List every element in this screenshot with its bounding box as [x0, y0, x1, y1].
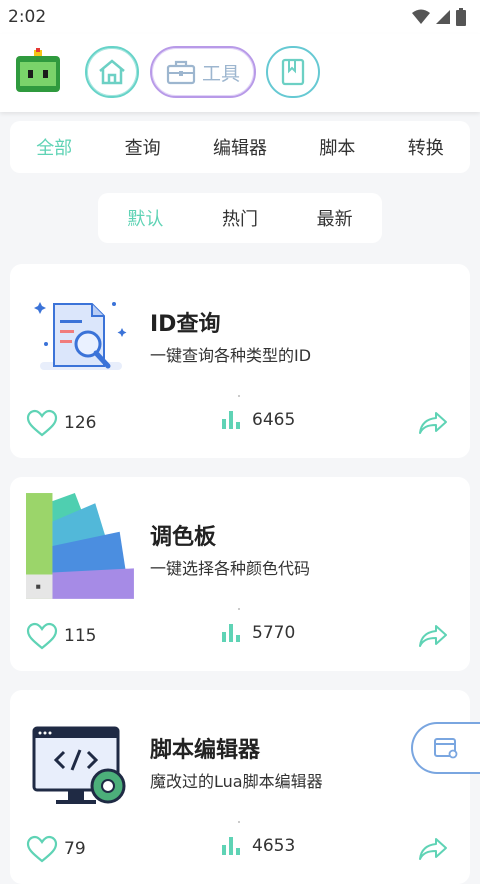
bar-chart-icon	[222, 624, 240, 642]
battery-icon	[456, 8, 466, 26]
heart-icon	[26, 622, 58, 650]
card-description: 一键选择各种颜色代码	[150, 559, 311, 578]
view-count: 4653	[252, 836, 296, 856]
signal-icon	[436, 10, 450, 24]
app-header: 工具	[0, 34, 480, 112]
nav-tools-label: 工具	[201, 62, 240, 85]
home-icon	[99, 59, 125, 85]
sort-hot[interactable]: 热门	[222, 205, 258, 231]
share-icon[interactable]	[418, 623, 448, 649]
floating-window-button[interactable]	[411, 722, 480, 774]
heart-icon	[26, 409, 58, 437]
status-icons	[412, 8, 466, 26]
sort-newest[interactable]: 最新	[317, 205, 353, 231]
category-tabs: 全部 查询 编辑器 脚本 转换	[10, 121, 470, 173]
tab-query[interactable]: 查询	[125, 134, 161, 160]
share-icon[interactable]	[418, 410, 448, 436]
like-counter[interactable]: 126	[26, 409, 96, 437]
bar-chart-icon	[222, 837, 240, 855]
card-title: ID查询	[150, 312, 221, 337]
tab-editor[interactable]: 编辑器	[213, 134, 267, 160]
status-time: 2:02	[8, 7, 47, 27]
view-count: 6465	[252, 410, 296, 430]
view-count: 5770	[252, 623, 296, 643]
separator-dot	[238, 821, 240, 823]
bookmark-book-icon	[281, 58, 305, 86]
card-description: 一键查询各种类型的ID	[150, 346, 312, 365]
wifi-icon	[412, 9, 430, 24]
card-title: 脚本编辑器	[150, 738, 261, 763]
sort-default[interactable]: 默认	[127, 205, 163, 231]
like-count: 79	[64, 839, 86, 859]
tab-all[interactable]: 全部	[36, 134, 72, 160]
separator-dot	[238, 608, 240, 610]
card-title: 调色板	[150, 525, 217, 550]
like-count: 115	[64, 626, 97, 646]
sort-tabs: 默认 热门 最新	[98, 193, 382, 243]
like-count: 126	[64, 413, 97, 433]
color-palette-illustration	[26, 493, 134, 599]
separator-dot	[238, 395, 240, 397]
app-logo[interactable]	[14, 46, 62, 94]
status-bar: 2:02	[0, 0, 480, 34]
bar-chart-icon	[222, 411, 240, 429]
window-settings-icon	[434, 738, 458, 759]
view-counter: 4653	[220, 835, 295, 857]
tab-script[interactable]: 脚本	[319, 134, 355, 160]
card-description: 魔改过的Lua脚本编辑器	[150, 772, 323, 791]
view-counter: 5770	[220, 622, 295, 644]
share-icon[interactable]	[418, 836, 448, 862]
nav-bookmark-button[interactable]	[266, 46, 320, 98]
tab-convert[interactable]: 转换	[408, 134, 444, 160]
like-counter[interactable]: 79	[26, 835, 86, 863]
id-search-illustration	[34, 302, 127, 370]
toolbox-icon	[166, 60, 196, 85]
nav-home-button[interactable]	[85, 46, 139, 98]
tool-card-palette[interactable]: 调色板 一键选择各种颜色代码 115 5770	[10, 477, 470, 671]
view-counter: 6465	[220, 409, 295, 431]
heart-icon	[26, 835, 58, 863]
nav-tools-button[interactable]: 工具	[150, 46, 256, 98]
like-counter[interactable]: 115	[26, 622, 96, 650]
code-editor-illustration	[32, 726, 126, 804]
tool-card-id-query[interactable]: ID查询 一键查询各种类型的ID 126 6465	[10, 264, 470, 458]
